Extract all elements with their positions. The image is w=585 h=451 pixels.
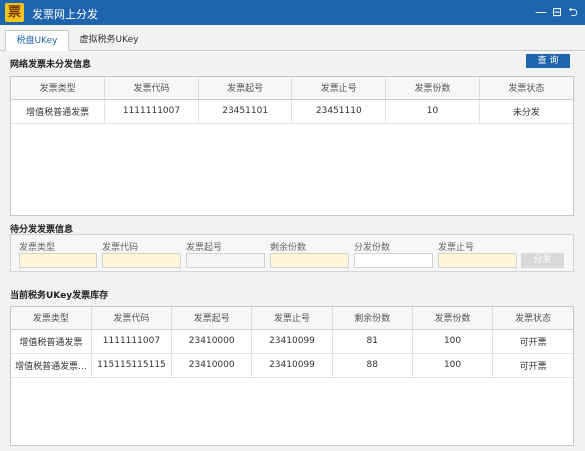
- invoice-type-field[interactable]: [19, 253, 97, 268]
- window-title: 发票网上分发: [32, 8, 98, 21]
- cell-invoice-type: 增值税普通发票: [11, 329, 92, 354]
- cell-invoice-count: 100: [412, 329, 494, 354]
- cell-invoice-count: 10: [385, 99, 480, 124]
- column-header[interactable]: 发票份数: [412, 307, 494, 330]
- cell-end-number: 23451110: [291, 99, 387, 124]
- column-header[interactable]: 发票类型: [11, 77, 106, 100]
- cell-end-number: 23410099: [251, 353, 333, 378]
- column-header[interactable]: 发票止号: [251, 307, 333, 330]
- cell-invoice-count: 100: [412, 353, 494, 378]
- cell-start-number: 23410000: [171, 353, 253, 378]
- table-row[interactable]: 增值税普通发票... 115115115115 23410000 2341009…: [11, 353, 573, 378]
- remaining-count-label: 剩余份数: [270, 243, 307, 253]
- query-button[interactable]: 查 询: [526, 54, 570, 68]
- tab-bar: 税盘UKey 虚拟税务UKey: [0, 25, 585, 51]
- column-header[interactable]: 发票类型: [11, 307, 92, 330]
- invoice-code-label: 发票代码: [102, 243, 139, 253]
- minimize-icon[interactable]: —: [534, 4, 548, 20]
- cell-invoice-status: 可开票: [492, 329, 573, 354]
- distribute-button[interactable]: 分发: [521, 253, 564, 268]
- end-number-label: 发票止号: [438, 243, 475, 253]
- start-number-field[interactable]: [186, 253, 265, 268]
- column-header[interactable]: 发票状态: [492, 307, 573, 330]
- title-bar: 票 发票网上分发 — ⊟ ⮌: [0, 0, 585, 25]
- cell-end-number: 23410099: [251, 329, 333, 354]
- column-header[interactable]: 剩余份数: [332, 307, 413, 330]
- tab-tax-disk-ukey[interactable]: 税盘UKey: [5, 30, 69, 51]
- end-number-field[interactable]: [438, 253, 517, 268]
- cell-invoice-code: 1111111007: [104, 99, 199, 124]
- table-header-row: 发票类型 发票代码 发票起号 发票止号 剩余份数 发票份数 发票状态: [11, 307, 573, 330]
- cell-invoice-type: 增值税普通发票...: [11, 353, 92, 378]
- inventory-section-title: 当前税务UKey发票库存: [10, 291, 109, 301]
- cell-invoice-code: 1111111007: [91, 329, 173, 354]
- table-row[interactable]: 增值税普通发票 1111111007 23451101 23451110 10 …: [11, 99, 573, 124]
- network-section-title: 网络发票未分发信息: [10, 60, 92, 70]
- remaining-count-field[interactable]: [270, 253, 349, 268]
- back-icon[interactable]: ⮌: [566, 4, 580, 20]
- distribute-count-label: 分发份数: [354, 243, 391, 253]
- column-header[interactable]: 发票代码: [91, 307, 173, 330]
- cell-start-number: 23451101: [198, 99, 293, 124]
- table-row[interactable]: 增值税普通发票 1111111007 23410000 23410099 81 …: [11, 329, 573, 354]
- cell-remaining-count: 81: [332, 329, 413, 354]
- invoice-code-field[interactable]: [102, 253, 181, 268]
- cell-invoice-code: 115115115115: [91, 353, 173, 378]
- cell-invoice-type: 增值税普通发票: [11, 99, 106, 124]
- cell-invoice-status: 可开票: [492, 353, 573, 378]
- column-header[interactable]: 发票份数: [385, 77, 480, 100]
- invoice-app-icon: 票: [5, 3, 24, 22]
- inventory-table: 发票类型 发票代码 发票起号 发票止号 剩余份数 发票份数 发票状态 增值税普通…: [10, 306, 574, 446]
- column-header[interactable]: 发票起号: [171, 307, 253, 330]
- pending-form: 发票类型 发票代码 发票起号 剩余份数 分发份数 发票止号 分发: [10, 234, 574, 272]
- cell-remaining-count: 88: [332, 353, 413, 378]
- restore-icon[interactable]: ⊟: [550, 4, 564, 20]
- invoice-type-label: 发票类型: [19, 243, 56, 253]
- cell-invoice-status: 未分发: [479, 99, 573, 124]
- column-header[interactable]: 发票状态: [479, 77, 573, 100]
- cell-start-number: 23410000: [171, 329, 253, 354]
- network-invoice-table: 发票类型 发票代码 发票起号 发票止号 发票份数 发票状态 增值税普通发票 11…: [10, 76, 574, 216]
- tab-virtual-tax-ukey[interactable]: 虚拟税务UKey: [72, 30, 146, 51]
- start-number-label: 发票起号: [186, 243, 223, 253]
- column-header[interactable]: 发票止号: [291, 77, 387, 100]
- table-header-row: 发票类型 发票代码 发票起号 发票止号 发票份数 发票状态: [11, 77, 573, 100]
- column-header[interactable]: 发票起号: [198, 77, 293, 100]
- column-header[interactable]: 发票代码: [104, 77, 199, 100]
- distribute-count-field[interactable]: [354, 253, 433, 268]
